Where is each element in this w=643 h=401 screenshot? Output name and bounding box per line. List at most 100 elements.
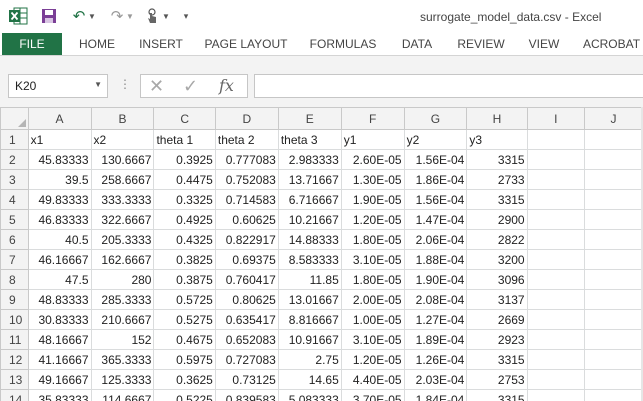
cell-c1[interactable]: theta 1 <box>153 129 216 150</box>
row-header[interactable]: 9 <box>0 289 29 310</box>
cell-e11[interactable]: 10.91667 <box>277 329 342 350</box>
cell-d8[interactable]: 0.760417 <box>214 269 279 290</box>
cell-i11[interactable] <box>526 329 586 350</box>
cell-h2[interactable]: 3315 <box>466 149 528 170</box>
column-header-i[interactable]: I <box>526 107 586 130</box>
cell-e8[interactable]: 11.85 <box>277 269 342 290</box>
cell-g3[interactable]: 1.86E-04 <box>403 169 468 190</box>
cell-a3[interactable]: 39.5 <box>27 169 92 190</box>
cell-g6[interactable]: 2.06E-04 <box>403 229 468 250</box>
cell-i14[interactable] <box>526 389 586 401</box>
cell-d5[interactable]: 0.60625 <box>214 209 279 230</box>
cell-a2[interactable]: 45.83333 <box>27 149 92 170</box>
cell-g2[interactable]: 1.56E-04 <box>403 149 468 170</box>
enter-icon[interactable]: ✓ <box>183 76 198 97</box>
touch-mode-icon[interactable] <box>142 6 162 26</box>
cell-b3[interactable]: 258.6667 <box>90 169 155 190</box>
cell-j6[interactable] <box>584 229 643 250</box>
cell-j12[interactable] <box>584 349 643 370</box>
cell-i5[interactable] <box>526 209 586 230</box>
cell-c6[interactable]: 0.4325 <box>153 229 216 250</box>
cell-e14[interactable]: 5.083333 <box>277 389 342 401</box>
cell-f14[interactable]: 3.70E-05 <box>340 389 405 401</box>
cell-b11[interactable]: 152 <box>90 329 155 350</box>
cell-j10[interactable] <box>584 309 643 330</box>
save-icon[interactable] <box>40 6 58 26</box>
cell-c11[interactable]: 0.4675 <box>153 329 216 350</box>
cell-h5[interactable]: 2900 <box>466 209 528 230</box>
cell-j11[interactable] <box>584 329 643 350</box>
cell-j7[interactable] <box>584 249 643 270</box>
cell-h12[interactable]: 3315 <box>466 349 528 370</box>
cell-j14[interactable] <box>584 389 643 401</box>
cell-j1[interactable] <box>584 129 643 150</box>
cell-b8[interactable]: 280 <box>90 269 155 290</box>
redo-icon[interactable]: ↷ <box>108 6 126 26</box>
cell-b14[interactable]: 114.6667 <box>90 389 155 401</box>
cell-d13[interactable]: 0.73125 <box>214 369 279 390</box>
cell-b7[interactable]: 162.6667 <box>90 249 155 270</box>
cell-j13[interactable] <box>584 369 643 390</box>
cell-b5[interactable]: 322.6667 <box>90 209 155 230</box>
cell-e4[interactable]: 6.716667 <box>277 189 342 210</box>
cell-h1[interactable]: y3 <box>466 129 528 150</box>
column-header-e[interactable]: E <box>277 107 342 130</box>
cell-f3[interactable]: 1.30E-05 <box>340 169 405 190</box>
tab-data[interactable]: DATA <box>396 33 438 55</box>
cell-f11[interactable]: 3.10E-05 <box>340 329 405 350</box>
cell-j3[interactable] <box>584 169 643 190</box>
cell-b12[interactable]: 365.3333 <box>90 349 155 370</box>
cell-j8[interactable] <box>584 269 643 290</box>
cell-e2[interactable]: 2.983333 <box>277 149 342 170</box>
cell-a7[interactable]: 46.16667 <box>27 249 92 270</box>
cell-h7[interactable]: 3200 <box>466 249 528 270</box>
cell-g11[interactable]: 1.89E-04 <box>403 329 468 350</box>
touch-dropdown-icon[interactable]: ▼ <box>162 6 170 26</box>
cell-f9[interactable]: 2.00E-05 <box>340 289 405 310</box>
cell-i4[interactable] <box>526 189 586 210</box>
cell-c14[interactable]: 0.5225 <box>153 389 216 401</box>
cell-a6[interactable]: 40.5 <box>27 229 92 250</box>
cell-b6[interactable]: 205.3333 <box>90 229 155 250</box>
cell-i13[interactable] <box>526 369 586 390</box>
cell-b13[interactable]: 125.3333 <box>90 369 155 390</box>
cell-g5[interactable]: 1.47E-04 <box>403 209 468 230</box>
row-header[interactable]: 13 <box>0 369 29 390</box>
cell-c13[interactable]: 0.3625 <box>153 369 216 390</box>
column-header-c[interactable]: C <box>153 107 216 130</box>
cell-h11[interactable]: 2923 <box>466 329 528 350</box>
cell-a11[interactable]: 48.16667 <box>27 329 92 350</box>
column-header-a[interactable]: A <box>27 107 92 130</box>
cell-a14[interactable]: 35.83333 <box>27 389 92 401</box>
cell-d3[interactable]: 0.752083 <box>214 169 279 190</box>
cell-c5[interactable]: 0.4925 <box>153 209 216 230</box>
cell-h4[interactable]: 3315 <box>466 189 528 210</box>
row-header[interactable]: 1 <box>0 129 29 150</box>
row-header[interactable]: 14 <box>0 389 29 401</box>
cell-h10[interactable]: 2669 <box>466 309 528 330</box>
cell-g1[interactable]: y2 <box>403 129 468 150</box>
row-header[interactable]: 12 <box>0 349 29 370</box>
cell-a4[interactable]: 49.83333 <box>27 189 92 210</box>
cell-h8[interactable]: 3096 <box>466 269 528 290</box>
cell-g10[interactable]: 1.27E-04 <box>403 309 468 330</box>
cell-c10[interactable]: 0.5275 <box>153 309 216 330</box>
cell-b10[interactable]: 210.6667 <box>90 309 155 330</box>
cell-h14[interactable]: 3315 <box>466 389 528 401</box>
cell-d4[interactable]: 0.714583 <box>214 189 279 210</box>
cell-j4[interactable] <box>584 189 643 210</box>
cell-e5[interactable]: 10.21667 <box>277 209 342 230</box>
cell-e3[interactable]: 13.71667 <box>277 169 342 190</box>
cell-g12[interactable]: 1.26E-04 <box>403 349 468 370</box>
cell-g9[interactable]: 2.08E-04 <box>403 289 468 310</box>
cell-b2[interactable]: 130.6667 <box>90 149 155 170</box>
row-header[interactable]: 6 <box>0 229 29 250</box>
cell-i3[interactable] <box>526 169 586 190</box>
tab-file[interactable]: FILE <box>2 33 62 55</box>
cell-c12[interactable]: 0.5975 <box>153 349 216 370</box>
undo-icon[interactable]: ↶ <box>70 6 88 26</box>
cell-a1[interactable]: x1 <box>27 129 92 150</box>
cell-a9[interactable]: 48.83333 <box>27 289 92 310</box>
row-header[interactable]: 8 <box>0 269 29 290</box>
cell-a8[interactable]: 47.5 <box>27 269 92 290</box>
